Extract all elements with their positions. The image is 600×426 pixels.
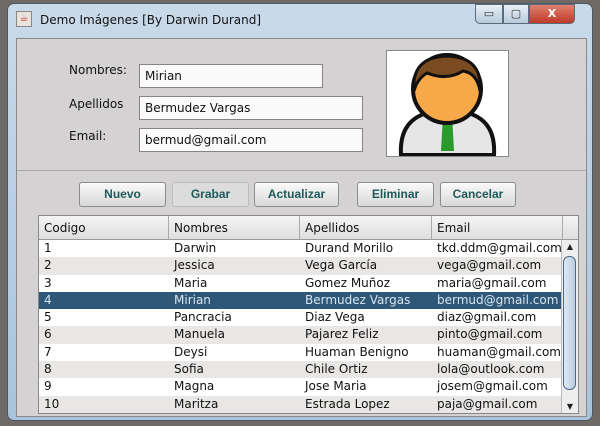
table-row[interactable]: 8 Sofia Chile Ortiz lola@outlook.com bbox=[39, 361, 578, 379]
table-cell[interactable]: 3 bbox=[39, 275, 169, 292]
table-cell[interactable]: 10 bbox=[39, 396, 169, 413]
table-cell[interactable]: Durand Morillo bbox=[300, 240, 432, 257]
table-cell[interactable]: diaz@gmail.com bbox=[432, 309, 563, 326]
table-cell[interactable]: Darwin bbox=[169, 240, 300, 257]
table-row[interactable]: 9 Magna Jose Maria josem@gmail.com bbox=[39, 378, 578, 395]
column-header-apellidos[interactable]: Apellidos bbox=[300, 216, 432, 239]
eliminar-button[interactable]: Eliminar bbox=[357, 182, 434, 207]
table-cell[interactable]: Deysi bbox=[169, 344, 300, 361]
table-cell[interactable]: Sofia bbox=[169, 361, 300, 378]
scroll-up-icon[interactable]: ▲ bbox=[562, 242, 578, 251]
column-header-codigo[interactable]: Codigo bbox=[39, 216, 169, 239]
table-row[interactable]: 4 Mirian Bermudez Vargas bermud@gmail.com bbox=[39, 291, 578, 310]
table-row[interactable]: 10 Maritza Estrada Lopez paja@gmail.com bbox=[39, 395, 578, 413]
table-cell[interactable]: 9 bbox=[39, 378, 169, 395]
table-cell[interactable]: 2 bbox=[39, 257, 169, 274]
app-window: ☕ Demo Imágenes [By Darwin Durand] ▭ ▢ X… bbox=[7, 3, 593, 421]
table-cell[interactable]: maria@gmail.com bbox=[432, 275, 563, 292]
table-cell[interactable]: 4 bbox=[39, 292, 169, 309]
table-row[interactable]: 7 Deysi Huaman Benigno huaman@gmail.com bbox=[39, 344, 578, 361]
table-cell[interactable]: Jessica bbox=[169, 257, 300, 274]
table-cell[interactable]: 8 bbox=[39, 361, 169, 378]
table-cell[interactable]: Maria bbox=[169, 275, 300, 292]
table-cell[interactable]: pinto@gmail.com bbox=[432, 326, 563, 343]
nuevo-button[interactable]: Nuevo bbox=[79, 182, 166, 207]
table-cell[interactable]: Diaz Vega bbox=[300, 309, 432, 326]
table-cell[interactable]: Magna bbox=[169, 378, 300, 395]
table-cell[interactable]: vega@gmail.com bbox=[432, 257, 563, 274]
column-header-nombres[interactable]: Nombres bbox=[169, 216, 300, 239]
nombres-label: Nombres: bbox=[69, 63, 127, 77]
grabar-button[interactable]: Grabar bbox=[172, 182, 249, 207]
scrollbar-thumb[interactable] bbox=[563, 256, 576, 390]
column-header-email[interactable]: Email bbox=[432, 216, 563, 239]
data-table: Codigo Nombres Apellidos Email 1 Darwin Du… bbox=[38, 215, 579, 414]
table-cell[interactable]: huaman@gmail.com bbox=[432, 344, 563, 361]
user-avatar-icon bbox=[398, 53, 497, 157]
table-cell[interactable]: josem@gmail.com bbox=[432, 378, 563, 395]
table-cell[interactable]: 5 bbox=[39, 309, 169, 326]
divider bbox=[17, 170, 586, 171]
content-panel: Nombres: Mirian Apellidos Bermudez Varga… bbox=[16, 38, 587, 417]
table-cell[interactable]: Gomez Muñoz bbox=[300, 275, 432, 292]
close-button[interactable]: X bbox=[529, 4, 575, 24]
email-input[interactable]: bermud@gmail.com bbox=[139, 128, 363, 152]
table-cell[interactable]: 6 bbox=[39, 326, 169, 343]
table-cell[interactable]: 7 bbox=[39, 344, 169, 361]
scroll-down-icon[interactable]: ▼ bbox=[562, 402, 578, 411]
window-title: Demo Imágenes [By Darwin Durand] bbox=[40, 13, 262, 27]
table-cell[interactable]: Vega García bbox=[300, 257, 432, 274]
table-cell[interactable]: Huaman Benigno bbox=[300, 344, 432, 361]
table-row[interactable]: 3 Maria Gomez Muñoz maria@gmail.com bbox=[39, 275, 578, 292]
actualizar-button[interactable]: Actualizar bbox=[254, 182, 339, 207]
vertical-scrollbar[interactable]: ▲ ▼ bbox=[561, 240, 578, 413]
table-cell[interactable]: Mirian bbox=[169, 292, 300, 309]
table-cell[interactable]: tkd.ddm@gmail.com bbox=[432, 240, 563, 257]
table-cell[interactable]: paja@gmail.com bbox=[432, 396, 563, 413]
nombres-input[interactable]: Mirian bbox=[139, 64, 323, 88]
avatar-image bbox=[386, 50, 509, 157]
table-row[interactable]: 6 Manuela Pajarez Feliz pinto@gmail.com bbox=[39, 326, 578, 344]
apellidos-input[interactable]: Bermudez Vargas bbox=[139, 96, 363, 120]
email-label: Email: bbox=[69, 129, 107, 143]
table-cell[interactable]: Chile Ortiz bbox=[300, 361, 432, 378]
maximize-button[interactable]: ▢ bbox=[503, 4, 529, 24]
apellidos-label: Apellidos bbox=[69, 97, 124, 111]
table-cell[interactable]: lola@outlook.com bbox=[432, 361, 563, 378]
java-icon: ☕ bbox=[16, 11, 32, 27]
table-cell[interactable]: Manuela bbox=[169, 326, 300, 343]
table-row[interactable]: 2 Jessica Vega García vega@gmail.com bbox=[39, 257, 578, 275]
table-header: Codigo Nombres Apellidos Email bbox=[39, 216, 578, 240]
minimize-button[interactable]: ▭ bbox=[475, 4, 503, 24]
table-row[interactable]: 5 Pancracia Diaz Vega diaz@gmail.com bbox=[39, 309, 578, 326]
table-cell[interactable]: Pancracia bbox=[169, 309, 300, 326]
table-cell[interactable]: Jose Maria bbox=[300, 378, 432, 395]
table-cell[interactable]: Maritza bbox=[169, 396, 300, 413]
table-cell[interactable]: bermud@gmail.com bbox=[432, 292, 563, 309]
table-cell[interactable]: Pajarez Feliz bbox=[300, 326, 432, 343]
table-cell[interactable]: Bermudez Vargas bbox=[300, 292, 432, 309]
table-cell[interactable]: 1 bbox=[39, 240, 169, 257]
table-body: 1 Darwin Durand Morillo tkd.ddm@gmail.com 2 J… bbox=[39, 240, 578, 413]
cancelar-button[interactable]: Cancelar bbox=[440, 182, 516, 207]
table-cell[interactable]: Estrada Lopez bbox=[300, 396, 432, 413]
table-row[interactable]: 1 Darwin Durand Morillo tkd.ddm@gmail.com bbox=[39, 240, 578, 257]
